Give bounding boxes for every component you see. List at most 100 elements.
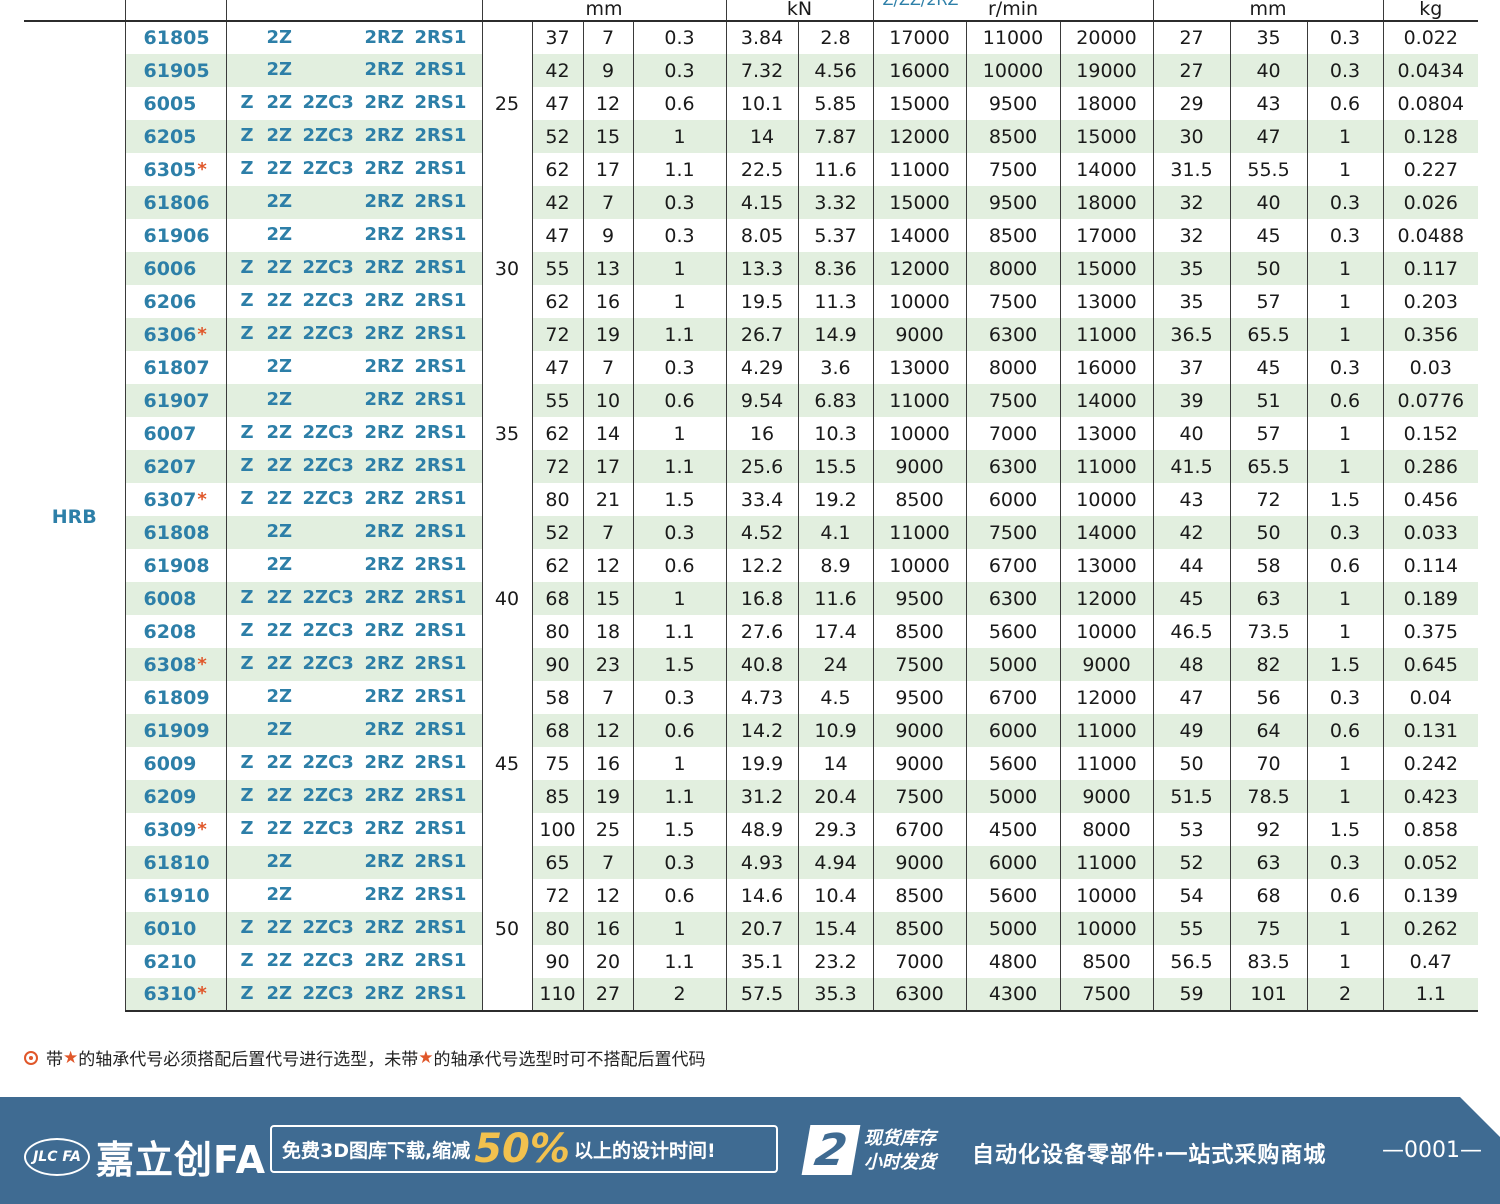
width-B: 16 (582, 747, 633, 780)
model-cell[interactable]: 61806 (124, 186, 226, 219)
mount-ra: 0.3 (1306, 351, 1384, 384)
width-B: 10 (582, 384, 633, 417)
mount-da: 29 (1152, 87, 1231, 120)
weight: 0.375 (1382, 615, 1479, 648)
mount-da: 54 (1152, 879, 1231, 912)
dynamic-load-cr: 57.5 (725, 978, 799, 1012)
model-cell[interactable]: 61805 (124, 21, 226, 54)
model-cell[interactable]: 6005 (124, 87, 226, 120)
promo-text-after: 以上的设计时间! (573, 1139, 716, 1162)
suffix-2zc3: 2ZC3 (302, 290, 354, 311)
model-cell[interactable]: 6306* (124, 318, 226, 351)
promo-box[interactable]: 免费3D图库下载,缩减 50% 以上的设计时间! (270, 1125, 778, 1173)
table-row: 6309* Z 2Z 2ZC3 2RZ 2RS1 100 25 1.5 48.9 29.3 6700 4… (24, 813, 1479, 846)
suffix-z: Z (240, 422, 254, 443)
table-row: 6007 Z 2Z 2ZC3 2RZ 2RS1 35 62 14 1 16 10.3 10000 7000… (24, 417, 1479, 450)
mount-ra: 1 (1306, 153, 1384, 186)
model-cell[interactable]: 61810 (124, 846, 226, 879)
bore-d: 40 (481, 582, 532, 615)
model-cell[interactable]: 6307* (124, 483, 226, 516)
chamfer-r: 0.6 (632, 87, 727, 120)
model-cell[interactable]: 6305* (124, 153, 226, 186)
model-cell[interactable]: 61908 (124, 549, 226, 582)
weight: 0.114 (1382, 549, 1479, 582)
model-cell[interactable]: 6310* (124, 978, 226, 1012)
model-number: 6306 (143, 323, 197, 346)
chamfer-r: 0.6 (632, 879, 727, 912)
speed-limit: 14000 (1059, 516, 1154, 549)
suffix-2rz: 2RZ (364, 752, 404, 773)
outer-D: 52 (531, 120, 583, 153)
mount-ra: 1 (1306, 615, 1384, 648)
model-cell[interactable]: 61807 (124, 351, 226, 384)
model-cell[interactable]: 61909 (124, 714, 226, 747)
speed-oil: 8000 (965, 351, 1061, 384)
outer-D: 90 (531, 945, 583, 978)
bore-d (481, 483, 532, 516)
model-cell[interactable]: 61906 (124, 219, 226, 252)
star-marker: * (197, 158, 207, 180)
suffix-2rs1: 2RS1 (414, 620, 467, 641)
weight: 0.242 (1382, 747, 1479, 780)
model-cell[interactable]: 6009 (124, 747, 226, 780)
mount-da: 35 (1152, 285, 1231, 318)
mount-da: 48 (1152, 648, 1231, 681)
suffix-2z: 2Z (266, 917, 293, 938)
brand-logo[interactable]: JLC FA 嘉立创FA (24, 1129, 266, 1184)
model-cell[interactable]: 6205 (124, 120, 226, 153)
weight: 0.139 (1382, 879, 1479, 912)
mount-Da: 57 (1229, 417, 1308, 450)
static-load-cor: 15.5 (797, 450, 874, 483)
mount-da: 44 (1152, 549, 1231, 582)
model-cell[interactable]: 6309* (124, 813, 226, 846)
model-cell[interactable]: 61808 (124, 516, 226, 549)
suffix-cell: Z 2Z 2ZC3 2RZ 2RS1 (225, 318, 482, 351)
static-load-cor: 15.4 (797, 912, 874, 945)
suffix-z: Z (240, 158, 254, 179)
bore-d (481, 516, 532, 549)
suffix-2rs1: 2RS1 (414, 587, 467, 608)
speed-limit: 11000 (1059, 747, 1154, 780)
weight: 0.227 (1382, 153, 1479, 186)
model-cell[interactable]: 6010 (124, 912, 226, 945)
model-cell[interactable]: 6008 (124, 582, 226, 615)
model-cell[interactable]: 6007 (124, 417, 226, 450)
weight: 0.033 (1382, 516, 1479, 549)
model-cell[interactable]: 61905 (124, 54, 226, 87)
mount-Da: 64 (1229, 714, 1308, 747)
bore-d (481, 120, 532, 153)
bore-d (481, 351, 532, 384)
suffix-2z: 2Z (266, 290, 293, 311)
model-cell[interactable]: 6207 (124, 450, 226, 483)
model-cell[interactable]: 6206 (124, 285, 226, 318)
model-cell[interactable]: 6006 (124, 252, 226, 285)
model-cell[interactable]: 6210 (124, 945, 226, 978)
model-cell[interactable]: 6209 (124, 780, 226, 813)
suffix-2rs1: 2RS1 (414, 27, 467, 48)
dynamic-load-cr: 8.05 (725, 219, 799, 252)
dynamic-load-cr: 14 (725, 120, 799, 153)
table-row: 6207 Z 2Z 2ZC3 2RZ 2RS1 72 17 1.1 25.6 15.5 9000 630… (24, 450, 1479, 483)
model-cell[interactable]: 61907 (124, 384, 226, 417)
mount-da: 32 (1152, 219, 1231, 252)
speed-grease: 10000 (872, 417, 967, 450)
model-number: 6008 (143, 587, 197, 610)
chamfer-r: 1.1 (632, 615, 727, 648)
model-cell[interactable]: 61809 (124, 681, 226, 714)
model-cell[interactable]: 6308* (124, 648, 226, 681)
table-row: 6008 Z 2Z 2ZC3 2RZ 2RS1 40 68 15 1 16.8 11.6 9500 630… (24, 582, 1479, 615)
mount-Da: 40 (1229, 186, 1308, 219)
table-row: 6306* Z 2Z 2ZC3 2RZ 2RS1 72 19 1.1 26.7 14.9 9000 63… (24, 318, 1479, 351)
mount-da: 46.5 (1152, 615, 1231, 648)
mount-da: 45 (1152, 582, 1231, 615)
static-load-cor: 8.9 (797, 549, 874, 582)
table-row: 6205 Z 2Z 2ZC3 2RZ 2RS1 52 15 1 14 7.87 12000 8500 15… (24, 120, 1479, 153)
outer-D: 47 (531, 87, 583, 120)
weight: 0.152 (1382, 417, 1479, 450)
speed-grease: 15000 (872, 186, 967, 219)
suffix-2zc3: 2ZC3 (302, 92, 354, 113)
speed-oil: 9500 (965, 87, 1061, 120)
mount-ra: 0.3 (1306, 21, 1384, 54)
model-cell[interactable]: 61910 (124, 879, 226, 912)
model-cell[interactable]: 6208 (124, 615, 226, 648)
